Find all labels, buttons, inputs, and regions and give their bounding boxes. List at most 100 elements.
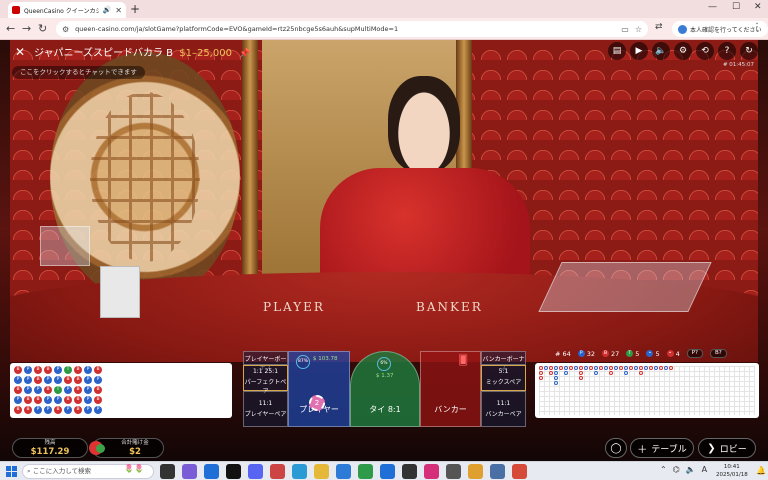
banker-pair-spot[interactable]: 11:1 バンカーペア [481, 391, 526, 427]
pin-icon[interactable]: 📌 [239, 49, 250, 59]
url-text: queen-casino.com/ja/slotGame?platformCod… [75, 25, 399, 33]
bead-road[interactable]: BPBBPTBPBPPBPPBBPPBPPBTPBPBPBBPPBBPBBBPP… [10, 363, 232, 418]
task-view-icon[interactable] [160, 464, 175, 479]
table-button[interactable]: ＋テーブル [630, 438, 694, 458]
site-info-icon[interactable]: ⚙ [62, 25, 69, 34]
bead-road-cell: B [34, 366, 42, 374]
sound-icon[interactable]: 🔈 [652, 42, 670, 60]
bead-road-cell: T [54, 386, 62, 394]
player-predict-button[interactable]: P? [686, 349, 703, 358]
minimize-icon[interactable]: — [708, 2, 717, 12]
big-road-marker [659, 366, 663, 370]
stats-icon[interactable]: ▤ [608, 42, 626, 60]
chrome-icon[interactable] [512, 464, 527, 479]
reload-icon[interactable]: ↻ [38, 22, 47, 35]
close-tab-icon[interactable]: ✕ [115, 6, 122, 15]
big-road-marker [539, 376, 543, 380]
window-close-icon[interactable]: ✕ [754, 2, 762, 12]
bet-limits[interactable]: $1–25,000 [179, 48, 232, 59]
bead-road-cell: P [54, 376, 62, 384]
either-pair-spot[interactable]: 5:1 ミックスペア [481, 365, 526, 391]
install-app-icon[interactable]: ▭ [621, 25, 629, 34]
app-icon[interactable] [226, 464, 241, 479]
bead-road-cell: P [64, 406, 72, 414]
player-pair-spot[interactable]: 11:1 プレイヤーペア [243, 391, 288, 427]
bookmark-star-icon[interactable]: ☆ [635, 25, 642, 34]
network-icon[interactable]: ⌬ [673, 465, 680, 474]
tray-overflow-icon[interactable]: ⌃ [660, 465, 667, 474]
perfect-pair-spot[interactable]: 1:1 25:1パーフェクトペア [243, 365, 288, 395]
video-icon[interactable]: ▶ [630, 42, 648, 60]
system-clock[interactable]: 10:41 2025/01/18 [716, 463, 748, 479]
lobby-button[interactable]: ❯ ロビー [698, 438, 756, 458]
edge-icon[interactable] [292, 464, 307, 479]
shoe-stats: # 64 P 32 B 27 T5 • 5 • 4 P? B? [555, 349, 727, 358]
app-icon[interactable] [468, 464, 483, 479]
bead-road-cell: P [44, 406, 52, 414]
card-shoe [538, 262, 712, 312]
maximize-icon[interactable]: ☐ [732, 2, 740, 12]
card-stack [100, 266, 140, 318]
ime-indicator[interactable]: A [702, 465, 707, 474]
new-tab-button[interactable]: + [130, 2, 140, 16]
notification-icon[interactable]: 🔔 [756, 466, 766, 475]
bead-road-cell: P [34, 386, 42, 394]
tie-count: T5 [626, 350, 639, 358]
rounds-count: # 64 [555, 349, 571, 358]
forward-icon[interactable]: → [22, 22, 31, 35]
browser-menu-icon[interactable]: ⋮ [752, 22, 762, 33]
discord-icon[interactable] [248, 464, 263, 479]
address-bar[interactable]: ⚙ queen-casino.com/ja/slotGame?platformC… [56, 21, 648, 37]
chat-icon: ◯ [610, 442, 622, 454]
big-road-marker [634, 366, 638, 370]
big-road-marker [579, 371, 583, 375]
player-pair-odds: 11:1 [258, 400, 273, 407]
file-explorer-icon[interactable] [314, 464, 329, 479]
bead-road-cell: B [14, 386, 22, 394]
bead-road-cell: B [24, 406, 32, 414]
app-icon[interactable] [336, 464, 351, 479]
volume-icon[interactable]: 🔈 [686, 465, 696, 474]
chat-input[interactable]: ここをクリックするとチャットできます [12, 66, 145, 79]
close-game-icon[interactable]: ✕ [13, 45, 27, 59]
app-icon[interactable] [270, 464, 285, 479]
audio-playing-icon[interactable]: 🔊 [103, 6, 112, 14]
history-icon[interactable]: ⟲ [696, 42, 714, 60]
banker-bonus-spot[interactable]: バンカーボーナス [481, 351, 526, 372]
refresh-icon[interactable]: ↻ [740, 42, 758, 60]
bead-grid: BPBBPTBPBPPBPPBBPPBPPBTPBPBPBBPPBBPBBBPP… [14, 366, 103, 415]
app-icon[interactable] [424, 464, 439, 479]
big-road-marker [649, 366, 653, 370]
rounds-value: 64 [562, 349, 571, 358]
app-icon[interactable] [358, 464, 373, 479]
bead-road-cell: P [14, 376, 22, 384]
banker-predict-button[interactable]: B? [709, 349, 727, 358]
settings-icon[interactable]: ⚙ [674, 42, 692, 60]
banker-wins-value: 27 [611, 349, 620, 358]
placed-chip[interactable]: 2 [309, 395, 325, 411]
total-bet-value: $2 [129, 447, 141, 457]
big-road-marker [554, 371, 558, 375]
big-road-marker [594, 371, 598, 375]
player-bonus-spot[interactable]: プレイヤーボーナス [243, 351, 288, 372]
either-pair-odds: 5:1 [498, 368, 509, 375]
app-icon[interactable] [446, 464, 461, 479]
pinned-apps [160, 464, 527, 479]
app-icon[interactable] [402, 464, 417, 479]
big-road-marker [654, 366, 658, 370]
back-icon[interactable]: ← [6, 22, 15, 35]
browser-tab[interactable]: QueenCasino クイーンカジノ | ... 🔊 ✕ [8, 2, 126, 18]
start-windows-icon[interactable] [6, 466, 17, 477]
help-icon[interactable]: ? [718, 42, 736, 60]
big-road-marker [624, 371, 628, 375]
extensions-icon[interactable]: ⇄ [655, 22, 663, 32]
big-road[interactable] [535, 363, 759, 418]
app-icon[interactable] [380, 464, 395, 479]
app-icon[interactable] [182, 464, 197, 479]
app-icon[interactable] [204, 464, 219, 479]
banker-pair-label: バンカーペア [485, 411, 522, 418]
chat-toggle-button[interactable]: ◯ [605, 438, 627, 458]
banker-bet-spot[interactable]: バンカー [420, 351, 481, 427]
big-road-marker [619, 366, 623, 370]
app-icon[interactable] [490, 464, 505, 479]
